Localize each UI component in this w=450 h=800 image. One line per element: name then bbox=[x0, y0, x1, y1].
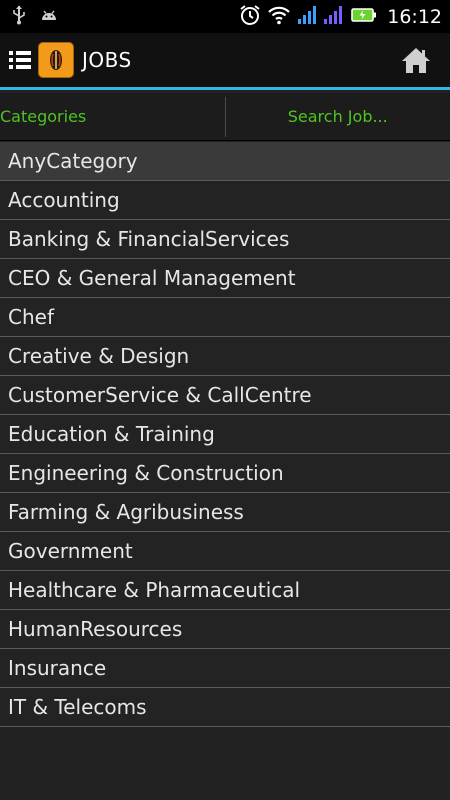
list-menu-icon[interactable] bbox=[9, 49, 31, 71]
list-item[interactable]: Government bbox=[0, 532, 450, 571]
usb-icon bbox=[12, 5, 26, 29]
signal-icon bbox=[297, 5, 317, 29]
list-item[interactable]: IT & Telecoms bbox=[0, 688, 450, 727]
app-logo-icon[interactable] bbox=[38, 42, 74, 78]
list-item[interactable]: AnyCategory bbox=[0, 142, 450, 181]
app-title: JOBS bbox=[82, 48, 132, 72]
list-item[interactable]: Creative & Design bbox=[0, 337, 450, 376]
wifi-icon bbox=[267, 5, 291, 29]
home-icon[interactable] bbox=[400, 45, 432, 75]
list-item[interactable]: Farming & Agribusiness bbox=[0, 493, 450, 532]
tab-bar: Categories Search Job... bbox=[0, 93, 450, 141]
status-bar: 16:12 bbox=[0, 0, 450, 33]
list-item[interactable]: CEO & General Management bbox=[0, 259, 450, 298]
tab-categories[interactable]: Categories bbox=[0, 93, 225, 140]
list-item[interactable]: Chef bbox=[0, 298, 450, 337]
tab-search-job[interactable]: Search Job... bbox=[226, 93, 450, 140]
battery-charging-icon bbox=[351, 7, 377, 27]
category-list: AnyCategory Accounting Banking & Financi… bbox=[0, 142, 450, 727]
action-bar: JOBS bbox=[0, 33, 450, 90]
list-item[interactable]: Banking & FinancialServices bbox=[0, 220, 450, 259]
status-time: 16:12 bbox=[387, 5, 442, 28]
list-item[interactable]: HumanResources bbox=[0, 610, 450, 649]
list-item[interactable]: Accounting bbox=[0, 181, 450, 220]
list-item[interactable]: CustomerService & CallCentre bbox=[0, 376, 450, 415]
list-item[interactable]: Healthcare & Pharmaceutical bbox=[0, 571, 450, 610]
list-item[interactable]: Education & Training bbox=[0, 415, 450, 454]
signal-icon bbox=[323, 5, 345, 29]
list-item[interactable]: Engineering & Construction bbox=[0, 454, 450, 493]
list-item[interactable]: Insurance bbox=[0, 649, 450, 688]
android-debug-icon bbox=[40, 7, 58, 26]
alarm-icon bbox=[239, 4, 261, 30]
